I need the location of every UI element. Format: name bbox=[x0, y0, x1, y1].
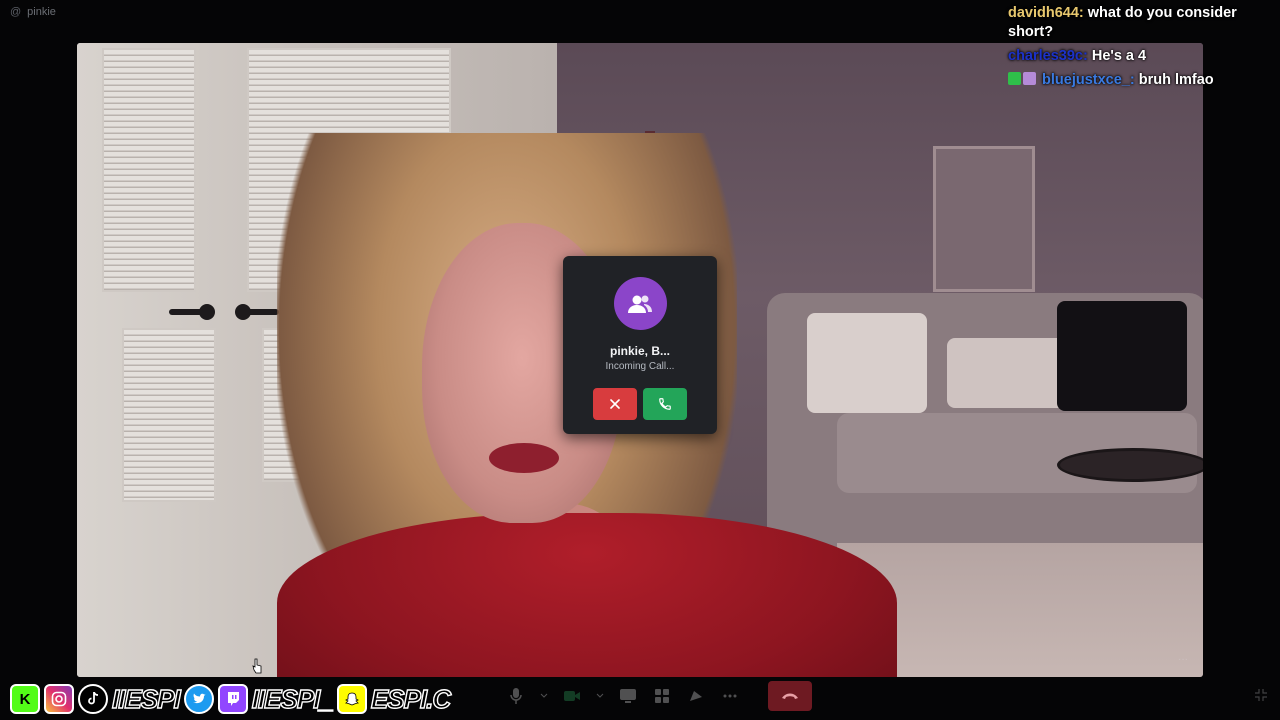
kick-icon: K bbox=[10, 684, 40, 714]
louver-panel bbox=[122, 328, 216, 502]
hangup-icon bbox=[782, 693, 798, 699]
chevron-down-icon[interactable] bbox=[594, 684, 606, 708]
chat-message: davidh644: what do you consider short? bbox=[1008, 4, 1276, 42]
chat-username: charles39c: bbox=[1008, 48, 1088, 64]
social-handle: ESPI.C bbox=[370, 684, 452, 714]
twitch-icon bbox=[217, 684, 248, 714]
checkmark-badge bbox=[1008, 72, 1021, 85]
channel-name: pinkie bbox=[27, 6, 56, 18]
close-icon bbox=[610, 399, 620, 409]
socials-bar: K IIESPI IIESPI_ ESPI.C bbox=[10, 684, 452, 714]
social-handle: IIESPI_ bbox=[251, 684, 335, 714]
tiktok-icon bbox=[78, 684, 108, 714]
chevron-down-icon[interactable] bbox=[538, 684, 550, 708]
door-knob bbox=[235, 304, 251, 320]
chat-overlay: davidh644: what do you consider short? c… bbox=[1008, 4, 1276, 95]
more-icon[interactable] bbox=[718, 684, 742, 708]
camera-icon[interactable] bbox=[560, 684, 584, 708]
side-table bbox=[1057, 448, 1203, 482]
door-knob bbox=[199, 304, 215, 320]
chat-username: bluejustxce_: bbox=[1042, 72, 1135, 88]
call-status: Incoming Call... bbox=[605, 361, 675, 372]
twitter-icon bbox=[183, 684, 214, 714]
channel-header: @ pinkie bbox=[10, 6, 56, 18]
soundboard-icon[interactable] bbox=[684, 684, 708, 708]
accept-call-button[interactable] bbox=[643, 388, 687, 420]
decline-call-button[interactable] bbox=[593, 388, 637, 420]
incoming-call-popup: pinkie, B... Incoming Call... bbox=[563, 256, 717, 434]
at-icon: @ bbox=[10, 6, 22, 18]
calendar-badge bbox=[1023, 72, 1036, 85]
hand-cursor-icon bbox=[252, 658, 262, 674]
group-icon bbox=[613, 277, 667, 330]
social-handle: IIESPI bbox=[111, 684, 181, 714]
phone-icon bbox=[659, 398, 671, 410]
chat-message: bluejustxce_: bruh lmfao bbox=[1008, 71, 1276, 90]
wall-mirror bbox=[933, 146, 1035, 292]
screenshare-icon[interactable] bbox=[616, 684, 640, 708]
chat-message: charles39c: He's a 4 bbox=[1008, 47, 1276, 66]
activities-icon[interactable] bbox=[650, 684, 674, 708]
call-controls bbox=[504, 681, 812, 711]
chat-username: davidh644: bbox=[1008, 5, 1084, 21]
pillow bbox=[947, 338, 1067, 408]
louver-panel bbox=[102, 48, 196, 292]
video-options-icon[interactable]: ··· bbox=[1178, 654, 1188, 665]
instagram-icon bbox=[44, 684, 74, 714]
pillow bbox=[1057, 301, 1187, 411]
snapchat-icon bbox=[336, 684, 367, 714]
pillow bbox=[807, 313, 927, 413]
caller-name: pinkie, B... bbox=[609, 344, 670, 358]
chat-text: He's a 4 bbox=[1091, 48, 1147, 64]
chat-text: bruh lmfao bbox=[1138, 72, 1214, 88]
hangup-button[interactable] bbox=[768, 681, 812, 711]
person-lips bbox=[489, 443, 559, 473]
person-shirt bbox=[277, 513, 897, 677]
collapse-icon[interactable] bbox=[1254, 688, 1268, 702]
microphone-icon[interactable] bbox=[504, 684, 528, 708]
